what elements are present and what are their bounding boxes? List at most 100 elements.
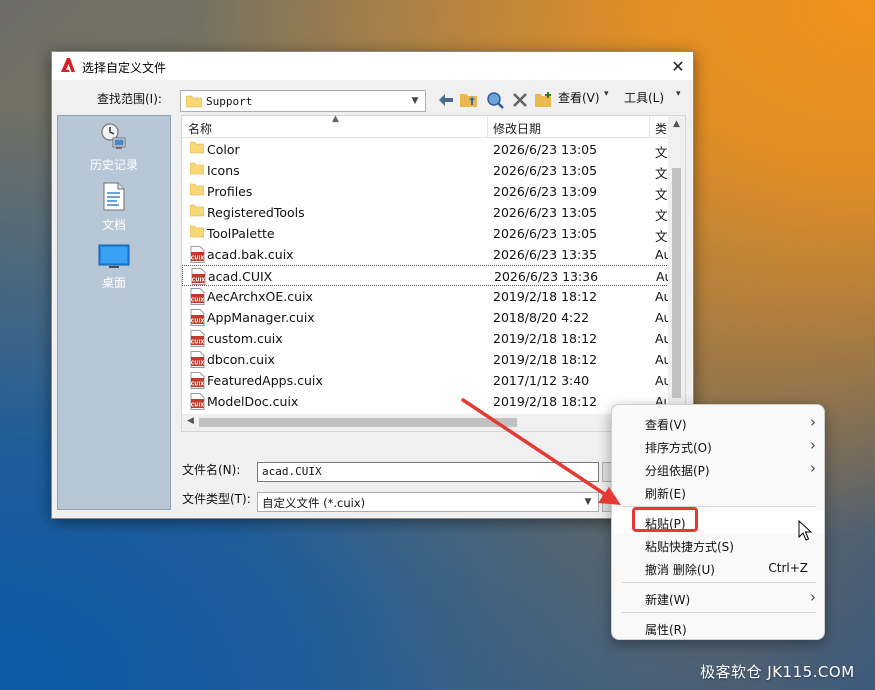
file-type: Au [655,331,669,346]
file-row[interactable]: CUIXdbcon.cuix 2019/2/18 18:12 Au [182,349,669,370]
file-row[interactable]: CUIXacad.bak.cuix 2026/6/23 13:35 Au [182,244,669,265]
file-type-combobox[interactable]: 自定义文件 (*.cuix) ▼ [257,492,599,512]
place-documents[interactable]: 文档 [58,182,170,233]
file-name: Profiles [207,184,253,199]
column-divider[interactable] [649,116,650,138]
file-row[interactable]: Icons 2026/6/23 13:05 文 [182,160,669,181]
file-name: dbcon.cuix [207,352,275,367]
folder-icon [189,183,205,199]
scroll-thumb[interactable] [672,168,681,398]
desktop-icon [98,244,130,268]
highlight-box [632,507,698,532]
file-name: custom.cuix [207,331,283,346]
file-name-label: 文件名(N): [182,463,241,477]
file-name: AppManager.cuix [207,310,315,325]
file-row[interactable]: CUIXAppManager.cuix 2018/8/20 4:22 Au [182,307,669,328]
cuix-file-icon: CUIX [190,351,205,371]
column-divider[interactable] [487,116,488,138]
menu-item-new[interactable]: 新建(W) › [612,587,824,609]
menu-separator [622,582,816,583]
tools-menu-button[interactable]: 工具(L) [624,89,664,106]
file-type: 文 [655,166,668,181]
select-custom-file-dialog: 选择自定义文件 ✕ 查找范围(I): Support ▼ 查看(V) ▾ 工具(… [51,51,694,519]
folder-icon [186,95,202,107]
column-header-name[interactable]: 名称 [188,120,212,137]
file-row[interactable]: CUIXFeaturedApps.cuix 2017/1/12 3:40 Au [182,370,669,391]
file-type-label: 文件类型(T): [182,492,251,506]
cuix-file-icon: CUIX [190,330,205,350]
scroll-up-icon[interactable]: ▲ [668,119,685,129]
file-row[interactable]: CUIXacad.CUIX2026/6/23 13:36Au [182,265,670,288]
horizontal-scrollbar[interactable]: ◀ [182,414,685,431]
file-list[interactable]: ▲ 名称 修改日期 类 Color 2026/6/23 13:05 文 Icons 20… [181,115,686,432]
menu-item-refresh[interactable]: 刷新(E) [612,481,824,503]
file-name: AecArchxOE.cuix [207,289,313,304]
menu-item-sort-by[interactable]: 排序方式(O) › [612,435,824,457]
file-date: 2026/6/23 13:05 [493,205,598,220]
scroll-left-icon[interactable]: ◀ [187,416,194,426]
file-date: 2019/2/18 18:12 [493,331,598,346]
file-row[interactable]: CUIXcustom.cuix 2019/2/18 18:12 Au [182,328,669,349]
autocad-logo-icon [61,58,75,72]
folder-icon [189,162,205,178]
file-date: 2019/2/18 18:12 [493,352,598,367]
new-folder-icon[interactable] [534,90,554,110]
menu-item-label: 排序方式(O) [645,441,712,455]
menu-item-undo-delete[interactable]: 撤消 删除(U) Ctrl+Z [612,557,824,579]
menu-item-label: 属性(R) [645,623,687,637]
file-date: 2017/1/12 3:40 [493,373,590,388]
file-name-input[interactable]: acad.CUIX [257,462,599,482]
svg-text:CUIX: CUIX [191,403,205,409]
column-header-date[interactable]: 修改日期 [493,120,541,137]
scroll-thumb[interactable] [199,418,517,427]
place-desktop[interactable]: 桌面 [58,244,170,291]
file-row[interactable]: RegisteredTools 2026/6/23 13:05 文 [182,202,669,223]
delete-icon[interactable] [510,90,530,110]
back-icon[interactable] [436,90,456,110]
menu-item-label: 分组依据(P) [645,464,710,478]
view-dropdown-icon[interactable]: ▾ [604,89,609,99]
menu-item-label: 撤消 删除(U) [645,563,715,577]
file-row[interactable]: ToolPalette 2026/6/23 13:05 文 [182,223,669,244]
mouse-cursor-icon [798,520,812,541]
look-in-label: 查找范围(I): [97,92,162,106]
cuix-file-icon: CUIX [190,288,205,308]
file-row[interactable]: Profiles 2026/6/23 13:09 文 [182,181,669,202]
search-web-icon[interactable] [485,90,505,110]
file-type: 文 [655,208,668,223]
file-date: 2026/6/23 13:35 [493,247,598,262]
title-bar[interactable]: 选择自定义文件 ✕ [52,52,693,80]
menu-item-view[interactable]: 查看(V) › [612,412,824,434]
file-row[interactable]: CUIXAecArchxOE.cuix 2019/2/18 18:12 Au [182,286,669,307]
tools-dropdown-icon[interactable]: ▾ [676,89,681,99]
file-row[interactable]: CUIXModelDoc.cuix2019/2/18 18:12Au [182,391,669,412]
file-name: acad.CUIX [208,269,273,284]
menu-item-paste-shortcut[interactable]: 粘贴快捷方式(S) [612,534,824,556]
menu-item-group-by[interactable]: 分组依据(P) › [612,458,824,480]
file-date: 2026/6/23 13:09 [493,184,598,199]
chevron-down-icon[interactable]: ▼ [408,94,422,108]
vertical-scrollbar[interactable]: ▲ [668,116,685,416]
place-label: 历史记录 [89,158,138,172]
view-menu-button[interactable]: 查看(V) [558,89,600,106]
file-date: 2019/2/18 18:12 [493,394,598,409]
chevron-right-icon: › [810,588,816,606]
file-type: 文 [655,187,668,202]
menu-item-label: 粘贴快捷方式(S) [645,540,734,554]
column-header-type[interactable]: 类 [655,120,667,137]
up-folder-icon[interactable] [459,90,479,110]
file-row[interactable]: Color 2026/6/23 13:05 文 [182,139,669,160]
menu-item-properties[interactable]: 属性(R) [612,617,824,639]
file-name: ModelDoc.cuix [207,394,299,409]
chevron-down-icon[interactable]: ▼ [581,495,595,509]
look-in-combobox[interactable]: Support ▼ [180,90,426,112]
file-date: 2019/2/18 18:12 [493,289,598,304]
file-date: 2018/8/20 4:22 [493,310,590,325]
cuix-file-icon: CUIX [191,268,206,288]
folder-icon [189,225,205,241]
file-list-header: ▲ 名称 修改日期 类 [182,116,685,138]
place-history[interactable]: 历史记录 [58,122,170,173]
svg-text:CUIX: CUIX [192,278,206,284]
chevron-right-icon: › [810,413,816,431]
close-button[interactable]: ✕ [663,52,693,80]
